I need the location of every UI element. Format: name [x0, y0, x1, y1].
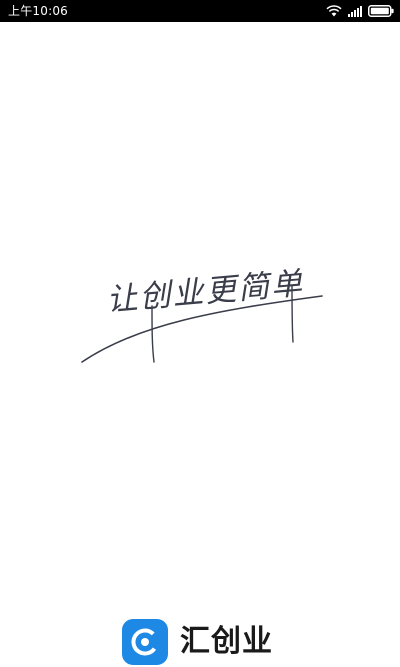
status-icons [326, 5, 394, 17]
app-logo-icon [122, 619, 168, 665]
brand-name: 汇创业 [180, 624, 273, 659]
status-time: 上午10:06 [8, 4, 68, 18]
brand-logo: 汇创业 [122, 617, 292, 667]
splash-screen: 让创业更简单 汇创业 [0, 22, 400, 666]
wifi-icon [326, 5, 342, 17]
status-bar: 上午10:06 [0, 0, 400, 22]
slogan: 让创业更简单 [78, 246, 326, 372]
battery-icon [368, 5, 394, 17]
signal-icon [348, 5, 362, 17]
